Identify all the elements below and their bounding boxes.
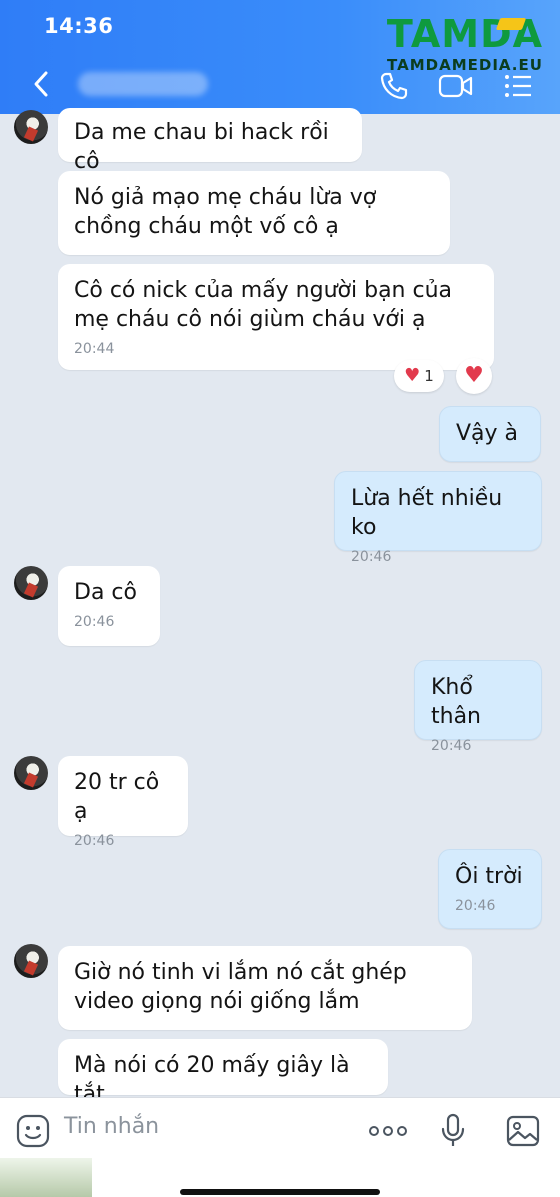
avatar[interactable]	[14, 756, 48, 790]
chat-header: 14:36 TAMDA TAMDAMEDIA.EU	[0, 0, 560, 114]
message-bubble-received: Cô có nick của mấy người bạn của mẹ cháu…	[58, 264, 494, 370]
avatar[interactable]	[14, 566, 48, 600]
phone-icon	[380, 72, 408, 100]
brand-name: TAMDA	[386, 12, 544, 56]
brand-url: TAMDAMEDIA.EU	[387, 56, 543, 74]
avatar[interactable]	[14, 110, 48, 144]
message-bubble-sent: Lừa hết nhiều ko 20:46	[334, 471, 542, 565]
message-bubble-received: Nó giả mạo mẹ cháu lừa vợ chồng cháu một…	[58, 171, 450, 255]
message-text: Giờ nó tinh vi lắm nó cắt ghép video giọ…	[74, 960, 407, 1014]
message-bubble-received: Giờ nó tinh vi lắm nó cắt ghép video giọ…	[58, 946, 472, 1030]
message-bubble-received: Mà nói có 20 mấy giây là tắt	[58, 1039, 388, 1107]
message-text: Lừa hết nhiều ko	[351, 486, 503, 540]
message-time: 20:44	[74, 341, 115, 357]
message-text: Khổ thân	[431, 675, 481, 729]
heart-icon: ♥	[464, 363, 484, 388]
message-time: 20:46	[74, 614, 115, 630]
message-bubble-sent: Vậy à	[439, 406, 541, 462]
more-dots-icon	[369, 1126, 407, 1136]
image-icon	[506, 1115, 540, 1147]
message-input-bar: Tin nhắn	[0, 1097, 560, 1163]
add-reaction-button[interactable]: ♥	[456, 358, 492, 394]
send-image-button[interactable]	[504, 1112, 542, 1150]
message-bubble-received: 20 tr cô ạ 20:46	[58, 756, 188, 849]
message-bubble-sent: Ôi trời 20:46	[438, 849, 542, 929]
reaction-count: 1	[424, 367, 434, 385]
home-indicator[interactable]	[180, 1189, 380, 1195]
watermark-logo: TAMDA TAMDAMEDIA.EU	[380, 14, 550, 74]
back-button[interactable]	[26, 66, 56, 102]
sticker-button[interactable]	[14, 1112, 52, 1150]
message-text: 20 tr cô ạ	[74, 770, 160, 824]
message-bubble-received: Da me chau bi hack rồi cô	[58, 108, 362, 174]
message-input[interactable]: Tin nhắn	[64, 1114, 159, 1139]
list-menu-icon	[505, 75, 531, 97]
avatar[interactable]	[14, 944, 48, 978]
message-text: Nó giả mạo mẹ cháu lừa vợ chồng cháu một…	[74, 185, 377, 239]
more-options-button[interactable]	[366, 1112, 410, 1150]
status-bar-time: 14:36	[44, 14, 114, 38]
message-text: Cô có nick của mấy người bạn của mẹ cháu…	[74, 278, 453, 332]
voice-record-button[interactable]	[434, 1112, 472, 1150]
message-text: Ôi trời	[455, 864, 523, 889]
message-bubble-sent: Khổ thân 20:46	[414, 660, 542, 754]
message-time: 20:46	[74, 833, 115, 849]
heart-icon: ♥	[404, 365, 421, 386]
video-camera-icon	[438, 74, 473, 98]
message-text: Da me chau bi hack rồi cô	[74, 120, 329, 174]
message-time: 20:46	[455, 898, 496, 914]
background-image-fragment	[0, 1158, 92, 1197]
message-text: Da cô	[74, 580, 137, 605]
message-text: Vậy à	[456, 421, 519, 446]
contact-name-blurred[interactable]	[78, 72, 208, 96]
sticker-icon	[16, 1114, 50, 1148]
message-time: 20:46	[431, 738, 472, 754]
chevron-left-icon	[34, 71, 48, 97]
message-bubble-received: Da cô 20:46	[58, 566, 160, 646]
microphone-icon	[441, 1113, 465, 1146]
message-time: 20:46	[351, 549, 392, 565]
logo-flag-mark	[495, 18, 527, 30]
reaction-count-badge[interactable]: ♥ 1	[394, 360, 444, 392]
